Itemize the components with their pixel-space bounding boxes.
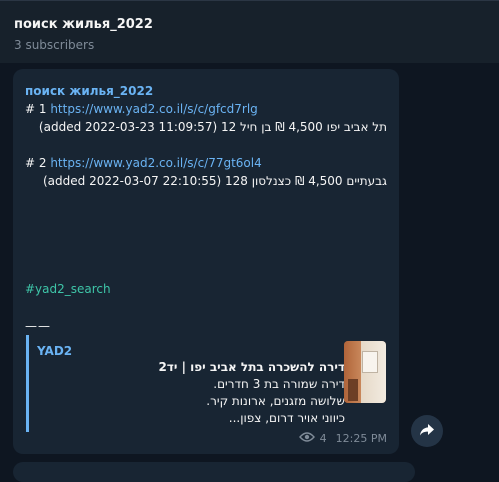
entry-2-link[interactable]: https://www.yad2.co.il/s/c/77gt6ol4 xyxy=(50,156,261,170)
subscriber-count: 3 subscribers xyxy=(14,38,95,52)
message-meta: 4 12:25 PM xyxy=(298,432,387,445)
preview-line-3: כיווני אויר דרום, צפון... xyxy=(228,411,345,425)
channel-header[interactable]: поиск жилья_2022 3 subscribers xyxy=(0,0,499,63)
share-arrow-icon xyxy=(419,422,435,441)
preview-title: דירה להשכרה בתל אביב יפו | יד2 xyxy=(158,360,345,374)
divider: —— xyxy=(25,319,51,333)
message-time: 12:25 PM xyxy=(335,432,387,445)
view-count: 4 xyxy=(319,432,327,445)
entry-1-header: # 1 https://www.yad2.co.il/s/c/gfcd7rlg xyxy=(25,102,258,116)
hashtag[interactable]: #yad2_search xyxy=(25,282,111,296)
message-list[interactable]: поиск жилья_2022 # 1 https://www.yad2.co… xyxy=(0,63,499,482)
entry-1-details: (added 2022-03-23 11:09:57) 12 תל אביב י… xyxy=(38,120,387,134)
message-bubble[interactable]: поиск жилья_2022 # 1 https://www.yad2.co… xyxy=(13,69,399,454)
eye-icon xyxy=(298,432,315,445)
entry-2-header: # 2 https://www.yad2.co.il/s/c/77gt6ol4 xyxy=(25,156,262,170)
link-preview[interactable]: YAD2 דירה להשכרה בתל אביב יפו | יד2 דירה… xyxy=(26,335,386,432)
preview-thumbnail[interactable] xyxy=(344,341,386,403)
entry-1-link[interactable]: https://www.yad2.co.il/s/c/gfcd7rlg xyxy=(50,102,257,116)
share-button[interactable] xyxy=(411,415,443,447)
preview-line-2: שלושה מזגנים, ארונות קיר. xyxy=(206,394,345,408)
channel-title: поиск жилья_2022 xyxy=(14,17,153,32)
next-message-bubble xyxy=(13,462,415,482)
message-sender: поиск жилья_2022 xyxy=(25,84,154,98)
entry-2-details: (added 2022-03-07 22:10:55) 128 גבעתיים … xyxy=(42,174,387,188)
entry-2-index: # 2 xyxy=(25,156,51,170)
preview-site-name: YAD2 xyxy=(37,344,73,358)
entry-1-index: # 1 xyxy=(25,102,51,116)
preview-line-1: דירה שמורה בת 3 חדרים. xyxy=(213,377,345,391)
